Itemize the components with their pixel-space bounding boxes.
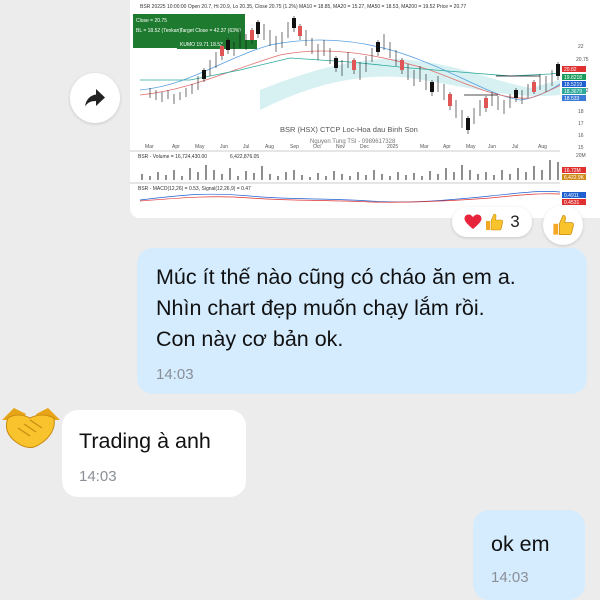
- volume-tag-2: 6,422.9K: [564, 175, 585, 181]
- message-bubble-outgoing[interactable]: ok em 14:03: [473, 510, 585, 600]
- month-mar: Mar: [145, 144, 154, 150]
- month-may-2: May: [466, 144, 476, 150]
- price-tag-1: 20.82: [564, 67, 577, 73]
- thumbs-up-icon: [486, 213, 504, 231]
- heart-icon: [464, 214, 482, 229]
- message-time: 14:03: [156, 366, 194, 383]
- volume-avg: 6,422,876.05: [230, 154, 259, 160]
- month-jul: Jul: [243, 144, 249, 150]
- reaction-count: 3: [510, 212, 520, 231]
- volume-tag-1: 16.72M: [564, 168, 581, 174]
- message-text: ok em: [491, 532, 550, 556]
- legend-line-1: Close = 20.75: [136, 18, 167, 24]
- price-20-75: 20.75: [576, 57, 589, 63]
- macd-tag-1: 0.4911: [564, 193, 579, 199]
- month-mar-2: Mar: [420, 144, 429, 150]
- month-jul-2: Jul: [512, 144, 518, 150]
- price-tag-3: 18.5219: [564, 82, 582, 88]
- month-aug: Aug: [265, 144, 274, 150]
- legend-line-3: Target Close = 42.37 (63%): [180, 28, 241, 34]
- price-tag-2: 19.8218: [564, 75, 582, 81]
- legend-line-4: KUMO 19.71 18.53: [180, 42, 223, 48]
- message-text: Múc ít thế nào cũng có cháo ăn em a. Nhì…: [156, 265, 516, 351]
- message-bubble-outgoing[interactable]: Múc ít thế nào cũng có cháo ăn em a. Nhì…: [137, 248, 587, 394]
- message-time: 14:03: [79, 468, 117, 485]
- handshake-icon: [0, 398, 62, 454]
- thumbs-up-icon: [553, 215, 574, 235]
- month-jun-2: Jun: [488, 144, 496, 150]
- forward-button[interactable]: [70, 73, 120, 123]
- message-bubble-incoming[interactable]: Trading à anh 14:03: [62, 410, 246, 497]
- price-tag-4: 18.3679: [564, 89, 582, 95]
- month-apr: Apr: [172, 144, 180, 150]
- month-aug-2: Aug: [538, 144, 547, 150]
- month-apr-2: Apr: [443, 144, 451, 150]
- month-may: May: [195, 144, 205, 150]
- add-reaction-button[interactable]: [543, 205, 583, 245]
- chart-watermark-author: Nguyen Tung TSI - 0989617328: [310, 139, 396, 145]
- month-sep: Sep: [290, 144, 299, 150]
- price-17: 17: [578, 121, 584, 127]
- message-time: 14:03: [491, 569, 529, 586]
- month-jun: Jun: [220, 144, 228, 150]
- chart-top-strip: BSR 20225 10:00:00 Open 20.7, Hi 20.9, L…: [140, 4, 466, 10]
- price-tag-5: 18.533: [564, 96, 580, 102]
- message-text: Trading à anh: [79, 429, 211, 453]
- price-15: 15: [578, 145, 584, 151]
- macd-label: BSR - MACD(12,26) = 0.53, Signal(12,26,9…: [138, 186, 251, 192]
- price-18: 18: [578, 109, 584, 115]
- shared-chart-image[interactable]: BSR 20225 10:00:00 Open 20.7, Hi 20.9, L…: [130, 0, 600, 218]
- forward-icon: [85, 89, 105, 107]
- chart-watermark-title: BSR (HSX) CTCP Loc-Hoa dau Binh Son: [280, 125, 418, 134]
- volume-scale: 20M: [576, 153, 586, 159]
- volume-label: BSR - Volume = 16,724,430.00: [138, 154, 207, 160]
- price-16: 16: [578, 133, 584, 139]
- stock-chart-screenshot: BSR 20225 10:00:00 Open 20.7, Hi 20.9, L…: [130, 0, 600, 218]
- legend-line-2: BL = 18.52 (Tenkan): [136, 28, 181, 34]
- reaction-summary[interactable]: 3: [452, 207, 532, 237]
- price-22: 22: [578, 44, 584, 50]
